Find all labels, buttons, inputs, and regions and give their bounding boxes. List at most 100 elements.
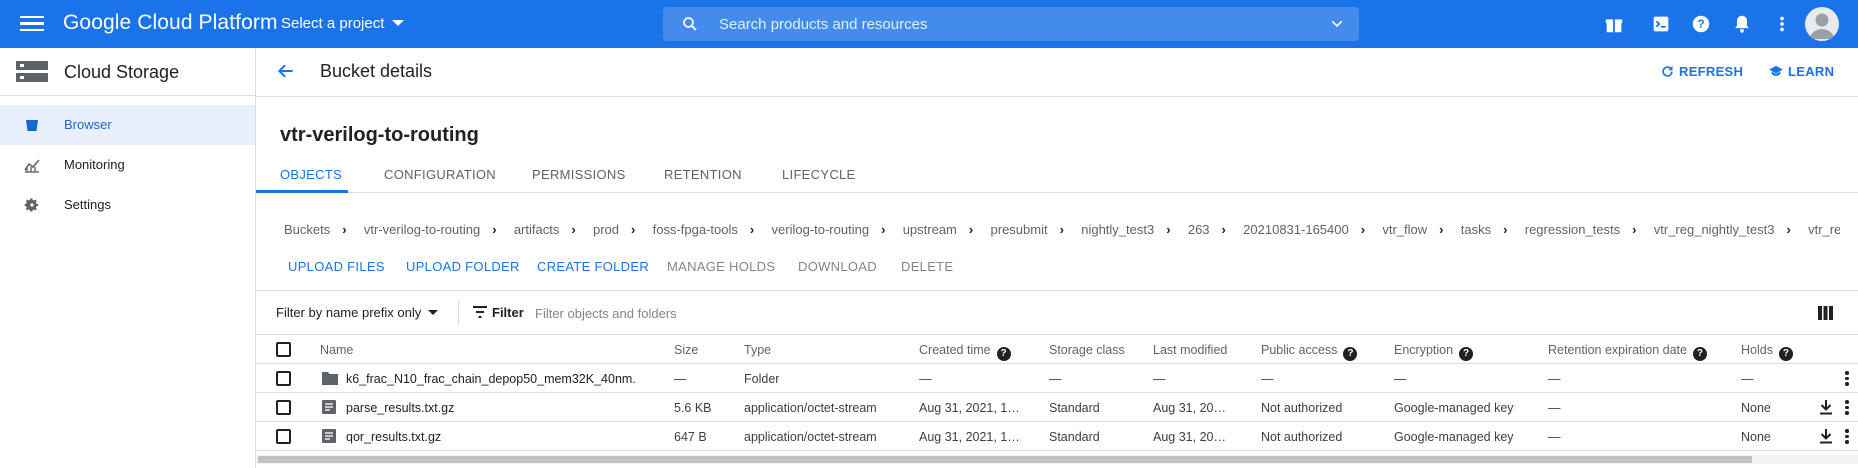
column-header-last-modified[interactable]: Last modified bbox=[1153, 343, 1227, 357]
tab-objects[interactable]: OBJECTS bbox=[280, 167, 342, 182]
tab-retention[interactable]: RETENTION bbox=[664, 167, 742, 182]
select-all-checkbox[interactable] bbox=[276, 342, 291, 357]
chevron-right-icon: › bbox=[1059, 222, 1064, 237]
filter-mode-dropdown[interactable]: Filter by name prefix only bbox=[276, 305, 439, 320]
manage-holds-button[interactable]: MANAGE HOLDS bbox=[667, 259, 775, 274]
horizontal-scrollbar[interactable] bbox=[256, 455, 1858, 464]
breadcrumb-item[interactable]: regression_tests bbox=[1525, 222, 1620, 237]
column-header-encryption[interactable]: Encryption? bbox=[1394, 343, 1474, 361]
help-icon[interactable]: ? bbox=[996, 347, 1011, 361]
breadcrumb-item[interactable]: vtr_reg_nightly_test3 bbox=[1654, 222, 1775, 237]
cloud-storage-logo-icon bbox=[16, 61, 48, 82]
brand-title[interactable]: Google Cloud Platform bbox=[63, 11, 278, 35]
breadcrumb-item[interactable]: nightly_test3 bbox=[1081, 222, 1154, 237]
more-vert-icon[interactable] bbox=[1771, 13, 1793, 35]
bucket-name: vtr-verilog-to-routing bbox=[280, 124, 479, 146]
help-icon[interactable]: ? bbox=[1692, 347, 1707, 361]
cell-public-access: Not authorized bbox=[1261, 401, 1343, 415]
column-header-name[interactable]: Name bbox=[320, 343, 353, 357]
download-button[interactable]: DOWNLOAD bbox=[798, 259, 877, 274]
download-icon[interactable] bbox=[1819, 400, 1833, 415]
chevron-down-icon[interactable] bbox=[1329, 16, 1345, 32]
file-icon bbox=[322, 429, 336, 443]
object-name-link[interactable]: k6_frac_N10_frac_chain_depop50_mem32K_40… bbox=[346, 372, 666, 386]
table-row[interactable]: parse_results.txt.gz 5.6 KB application/… bbox=[256, 393, 1858, 422]
column-display-icon[interactable] bbox=[1818, 306, 1833, 320]
help-icon[interactable]: ? bbox=[1690, 13, 1712, 35]
project-selector[interactable]: Select a project bbox=[281, 15, 405, 32]
breadcrumb-item[interactable]: artifacts bbox=[514, 222, 560, 237]
row-checkbox[interactable] bbox=[276, 400, 291, 415]
cell-public-access: Not authorized bbox=[1261, 430, 1343, 444]
column-header-retention[interactable]: Retention expiration date? bbox=[1548, 343, 1707, 361]
hamburger-menu-icon[interactable] bbox=[20, 13, 44, 35]
breadcrumb-item[interactable]: presubmit bbox=[991, 222, 1048, 237]
back-arrow-icon[interactable] bbox=[276, 61, 296, 81]
upload-folder-button[interactable]: UPLOAD FOLDER bbox=[406, 259, 520, 274]
row-checkbox[interactable] bbox=[276, 429, 291, 444]
cell-holds: — bbox=[1741, 372, 1754, 386]
breadcrumb-item[interactable]: vtr-verilog-to-routing bbox=[364, 222, 480, 237]
object-name-link[interactable]: qor_results.txt.gz bbox=[346, 430, 666, 444]
nav-item-browser[interactable]: Browser bbox=[0, 105, 255, 145]
delete-button[interactable]: DELETE bbox=[901, 259, 953, 274]
breadcrumb-item[interactable]: tasks bbox=[1461, 222, 1491, 237]
breadcrumb-item[interactable]: 263 bbox=[1188, 222, 1210, 237]
more-vert-icon[interactable] bbox=[1842, 428, 1852, 444]
upload-files-button[interactable]: UPLOAD FILES bbox=[288, 259, 385, 274]
chevron-right-icon: › bbox=[1632, 222, 1637, 237]
cloud-shell-icon[interactable] bbox=[1650, 13, 1672, 35]
help-icon[interactable]: ? bbox=[1343, 347, 1358, 361]
column-header-public-access[interactable]: Public access? bbox=[1261, 343, 1358, 361]
help-icon[interactable]: ? bbox=[1778, 347, 1793, 361]
refresh-button[interactable]: REFRESH bbox=[1660, 64, 1743, 79]
column-header-size[interactable]: Size bbox=[674, 343, 698, 357]
nav-item-monitoring[interactable]: Monitoring bbox=[0, 145, 255, 185]
cell-holds: None bbox=[1741, 430, 1771, 444]
gift-icon[interactable] bbox=[1603, 13, 1625, 35]
filter-input[interactable] bbox=[535, 299, 1235, 327]
refresh-label: REFRESH bbox=[1679, 64, 1744, 79]
chevron-right-icon: › bbox=[1439, 222, 1444, 237]
cell-last-modified: Aug 31, 20… bbox=[1153, 401, 1226, 415]
nav-item-settings[interactable]: Settings bbox=[0, 185, 255, 225]
cell-last-modified: Aug 31, 20… bbox=[1153, 430, 1226, 444]
more-vert-icon[interactable] bbox=[1842, 370, 1852, 386]
column-header-type[interactable]: Type bbox=[744, 343, 771, 357]
row-checkbox[interactable] bbox=[276, 371, 291, 386]
cell-encryption: Google-managed key bbox=[1394, 401, 1514, 415]
filter-label: Filter bbox=[492, 305, 524, 320]
breadcrumb-item[interactable]: prod bbox=[593, 222, 619, 237]
breadcrumb-item[interactable]: vtr_flow bbox=[1382, 222, 1427, 237]
breadcrumb-item[interactable]: Buckets bbox=[284, 222, 330, 237]
scrollbar-thumb[interactable] bbox=[258, 456, 1752, 463]
object-name-link[interactable]: parse_results.txt.gz bbox=[346, 401, 666, 415]
help-icon[interactable]: ? bbox=[1459, 347, 1474, 361]
column-header-label: Retention expiration date bbox=[1548, 343, 1687, 357]
more-vert-icon[interactable] bbox=[1842, 399, 1852, 415]
breadcrumb-item[interactable]: upstream bbox=[903, 222, 957, 237]
table-row[interactable]: qor_results.txt.gz 647 B application/oct… bbox=[256, 422, 1858, 451]
notifications-icon[interactable] bbox=[1731, 13, 1753, 35]
search-placeholder: Search products and resources bbox=[719, 16, 928, 33]
table-row[interactable]: k6_frac_N10_frac_chain_depop50_mem32K_40… bbox=[256, 364, 1858, 393]
column-header-label: Created time bbox=[919, 343, 991, 357]
create-folder-button[interactable]: CREATE FOLDER bbox=[537, 259, 649, 274]
breadcrumb-item[interactable]: 20210831-165400 bbox=[1243, 222, 1349, 237]
refresh-icon bbox=[1662, 65, 1673, 77]
learn-button[interactable]: LEARN bbox=[1768, 64, 1834, 79]
download-icon[interactable] bbox=[1819, 429, 1833, 444]
breadcrumb-item[interactable]: foss-fpga-tools bbox=[653, 222, 738, 237]
tab-lifecycle[interactable]: LIFECYCLE bbox=[782, 167, 856, 182]
cell-holds: None bbox=[1741, 401, 1771, 415]
tab-configuration[interactable]: CONFIGURATION bbox=[384, 167, 496, 182]
chevron-right-icon: › bbox=[1360, 222, 1366, 237]
nav-item-label: Monitoring bbox=[64, 157, 125, 172]
column-header-created[interactable]: Created time? bbox=[919, 343, 1011, 361]
column-header-storage-class[interactable]: Storage class bbox=[1049, 343, 1125, 357]
column-header-holds[interactable]: Holds? bbox=[1741, 343, 1793, 361]
account-avatar[interactable] bbox=[1805, 7, 1839, 41]
search-box[interactable]: Search products and resources bbox=[663, 7, 1359, 41]
breadcrumb-item[interactable]: verilog-to-routing bbox=[772, 222, 870, 237]
tab-permissions[interactable]: PERMISSIONS bbox=[532, 167, 626, 182]
